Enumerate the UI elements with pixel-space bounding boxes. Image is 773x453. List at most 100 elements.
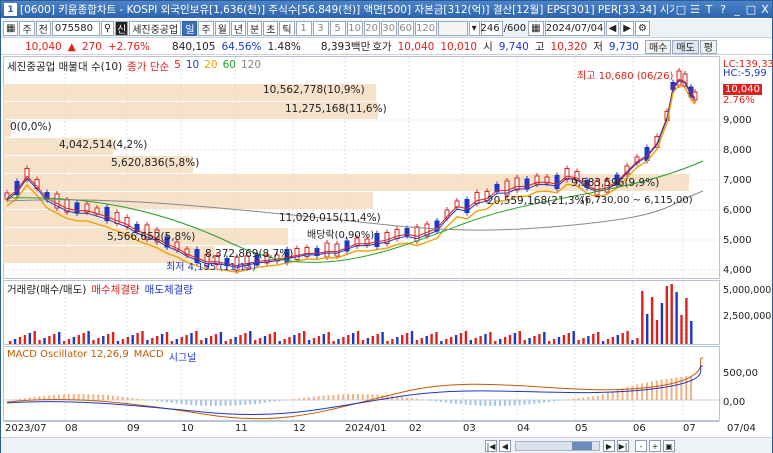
volume-profile-label: 20,559,168(21,3%) bbox=[487, 195, 589, 207]
volume-bar bbox=[445, 339, 448, 344]
next-arrow-icon[interactable]: ▶ bbox=[620, 20, 634, 36]
macd-oscillator-bar bbox=[597, 395, 599, 400]
volume-bar bbox=[474, 338, 477, 344]
volume-bar bbox=[165, 332, 169, 344]
interval-120[interactable]: 120 bbox=[414, 20, 437, 36]
volume-profile-label: 5,566,652(5,8%) bbox=[107, 231, 196, 243]
macd-oscillator-bar bbox=[165, 400, 168, 403]
volume-bar bbox=[464, 331, 468, 344]
dropdown-chevron-icon[interactable]: ▾ bbox=[468, 20, 480, 36]
all-button[interactable]: 전 bbox=[35, 20, 51, 36]
macd-oscillator-bar bbox=[273, 400, 276, 402]
low-annotation: 최저 4,195 (11/15) bbox=[166, 262, 257, 273]
tile-icon[interactable]: □ bbox=[674, 3, 688, 16]
close-button[interactable]: X bbox=[758, 3, 772, 16]
fit-view-button[interactable]: ▣ bbox=[663, 440, 675, 452]
buy-volume-label: 매수체결량 bbox=[91, 284, 140, 296]
volume-bar bbox=[401, 335, 404, 344]
interval-3[interactable]: 3 bbox=[312, 20, 329, 36]
ma-label: 종가 단순 bbox=[127, 61, 170, 73]
volume-profile-label: 11,020,015(11,4%) bbox=[279, 212, 381, 224]
macd-oscillator-bar bbox=[352, 394, 354, 400]
volume-bar bbox=[273, 332, 276, 344]
volume-bar bbox=[528, 338, 531, 344]
scroll-end-button[interactable]: ▶| bbox=[617, 440, 629, 452]
chart-type-icon[interactable]: ▦ bbox=[3, 20, 19, 36]
macd-oscillator-bar bbox=[77, 394, 80, 400]
zoom-out-button[interactable]: - bbox=[635, 440, 647, 452]
maximize-button[interactable]: □ bbox=[744, 3, 758, 16]
period-second[interactable]: 초 bbox=[263, 20, 279, 36]
interval-1[interactable]: 1 bbox=[295, 20, 312, 36]
date-input[interactable]: 2024/07/04 bbox=[544, 20, 605, 36]
search-icon[interactable]: ⚲ bbox=[100, 20, 115, 36]
minimize-button[interactable]: _ bbox=[730, 3, 744, 16]
average-button[interactable]: 평 bbox=[699, 39, 717, 54]
volume-bar bbox=[410, 331, 414, 344]
macd-scale-label: 500,00 bbox=[723, 368, 758, 379]
interval-10[interactable]: 10 bbox=[346, 20, 363, 36]
date-tick: 02 bbox=[409, 423, 422, 434]
volume-bar bbox=[587, 336, 590, 344]
volume-bar bbox=[102, 336, 105, 344]
interval-60[interactable]: 60 bbox=[397, 20, 414, 36]
period-day[interactable]: 일 bbox=[182, 20, 198, 36]
turnover: 1.48% bbox=[267, 40, 301, 53]
macd-oscillator-bar bbox=[205, 400, 207, 406]
period-minute[interactable]: 분 bbox=[247, 20, 263, 36]
stock-code-input[interactable]: 075580 bbox=[51, 20, 100, 36]
macd-oscillator-bar bbox=[592, 396, 595, 400]
calendar-icon[interactable]: ▦ bbox=[528, 20, 544, 36]
period-year[interactable]: 년 bbox=[230, 20, 246, 36]
scroll-bar[interactable]: |◀ ◀ ▶ ▶| - + ▣ bbox=[1, 437, 772, 453]
scroll-thumb[interactable] bbox=[572, 442, 592, 450]
volume-bar bbox=[43, 338, 46, 344]
macd-oscillator-bar bbox=[263, 400, 266, 403]
volume-bar bbox=[631, 340, 634, 344]
volume-bar bbox=[381, 332, 384, 344]
scroll-start-button[interactable]: |◀ bbox=[485, 440, 497, 452]
title-bar[interactable]: 1 [0600] 키움종합차트 - KOSPI 외국인보유[1,636(천)] … bbox=[1, 1, 772, 18]
ma120-label: 120 bbox=[240, 59, 262, 71]
volume-bar bbox=[523, 340, 526, 344]
settings-icon[interactable]: ⚙ bbox=[634, 20, 650, 36]
macd-oscillator-bar bbox=[464, 400, 467, 405]
date-tick: 09 bbox=[127, 423, 140, 434]
menu-icon[interactable]: ☰ bbox=[688, 3, 702, 16]
scroll-track[interactable] bbox=[515, 441, 600, 451]
macd-oscillator-bar bbox=[141, 399, 144, 400]
volume-bar bbox=[38, 340, 41, 344]
interval-5[interactable]: 5 bbox=[329, 20, 346, 36]
data-count-input[interactable]: 246 bbox=[481, 20, 503, 36]
macd-oscillator-bar bbox=[518, 400, 521, 406]
volume-scale-label: 2,500,000 bbox=[723, 311, 772, 322]
help-icon[interactable]: ? bbox=[716, 3, 730, 16]
volume-bar bbox=[597, 332, 600, 344]
prev-arrow-icon[interactable]: ◀ bbox=[605, 20, 620, 36]
buy-button[interactable]: 매수 bbox=[644, 39, 672, 54]
macd-legend: MACD Oscillator 12,26,9 MACD 시그널 bbox=[7, 349, 196, 364]
up-arrow-icon: ▲ bbox=[67, 40, 76, 53]
volume-bar bbox=[224, 341, 227, 344]
scroll-right-button[interactable]: ▶ bbox=[603, 440, 615, 452]
zoom-in-button[interactable]: + bbox=[649, 440, 661, 452]
macd-oscillator-bar bbox=[160, 400, 163, 402]
market-select[interactable]: 주 bbox=[19, 20, 35, 36]
candle-body bbox=[294, 248, 300, 260]
price-change: 270 bbox=[81, 40, 102, 53]
font-icon[interactable]: T bbox=[702, 3, 716, 16]
interval-custom-input[interactable] bbox=[437, 20, 468, 36]
period-month[interactable]: 월 bbox=[214, 20, 230, 36]
date-tick: 2023/07 bbox=[5, 423, 47, 434]
interval-30[interactable]: 30 bbox=[380, 20, 397, 36]
macd-oscillator-bar bbox=[670, 378, 673, 400]
sell-button[interactable]: 매도 bbox=[672, 39, 699, 54]
volume-bar bbox=[23, 335, 27, 344]
period-tick[interactable]: 틱 bbox=[279, 20, 295, 36]
macd-oscillator-bar bbox=[665, 378, 668, 400]
volume: 840,105 bbox=[172, 40, 216, 53]
volume-pane-title: 거래량(매수/매도) bbox=[7, 284, 87, 296]
period-week[interactable]: 주 bbox=[198, 20, 214, 36]
scroll-left-button[interactable]: ◀ bbox=[499, 440, 511, 452]
interval-20[interactable]: 20 bbox=[363, 20, 380, 36]
